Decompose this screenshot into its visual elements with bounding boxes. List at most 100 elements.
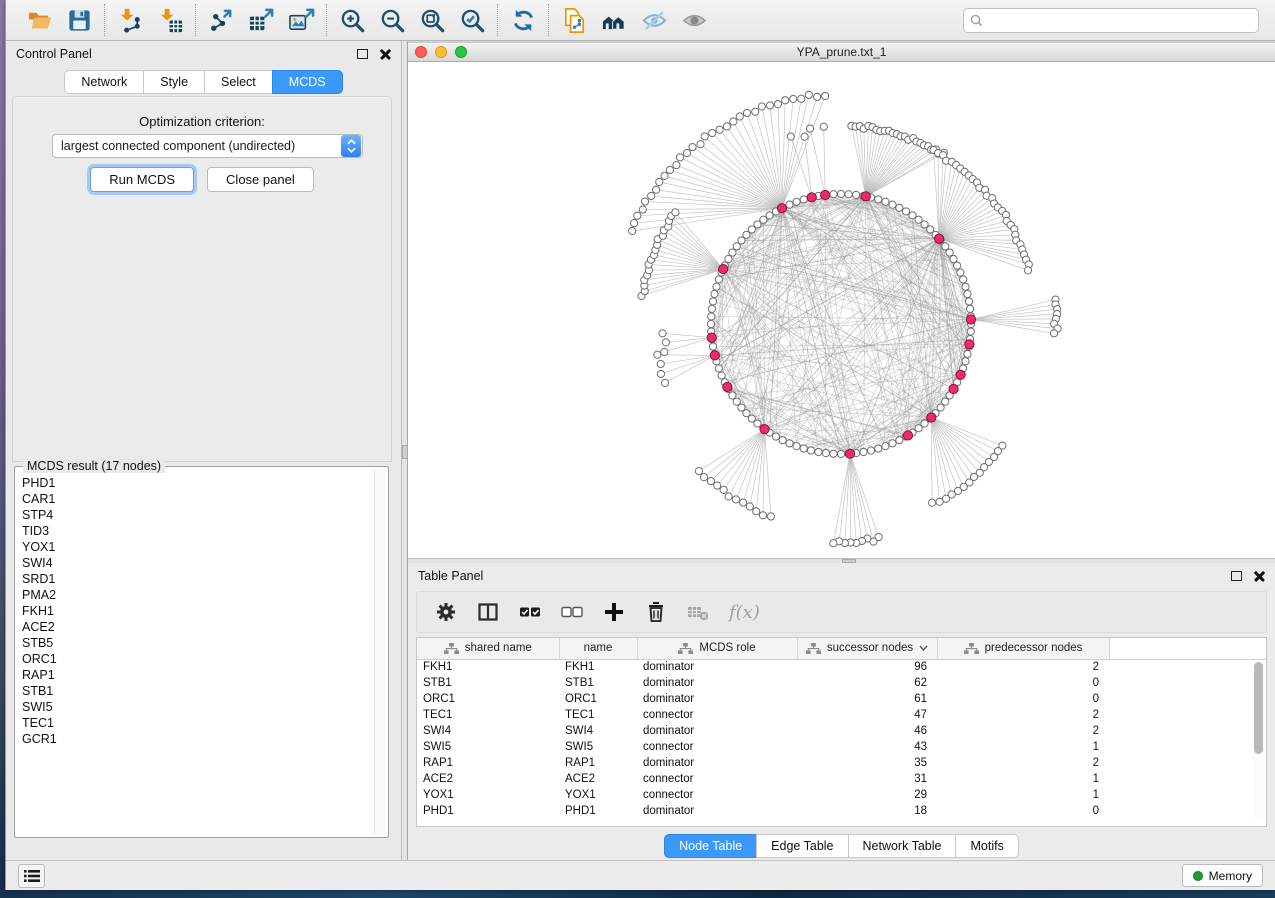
tab-style[interactable]: Style: [143, 70, 204, 94]
graph-leaf-node[interactable]: [820, 123, 827, 130]
graph-leaf-node[interactable]: [639, 206, 646, 213]
graph-leaf-node[interactable]: [790, 95, 797, 102]
graph-node[interactable]: [830, 191, 837, 198]
graph-node[interactable]: [718, 372, 725, 379]
show-all-icon[interactable]: [676, 3, 712, 37]
graph-leaf-node[interactable]: [695, 468, 702, 475]
cell-successor_nodes[interactable]: 47: [797, 707, 937, 723]
network-graph[interactable]: [408, 62, 1275, 558]
result-node-item[interactable]: TID3: [22, 523, 373, 539]
tab-network-table[interactable]: Network Table: [848, 834, 956, 858]
export-table-icon[interactable]: [243, 3, 279, 37]
cell-predecessor_nodes[interactable]: 0: [937, 803, 1109, 819]
cell-shared_name[interactable]: SWI5: [417, 739, 559, 755]
graph-leaf-node[interactable]: [697, 141, 704, 148]
close-panel-icon[interactable]: [1254, 571, 1265, 582]
table-row[interactable]: YOX1YOX1connector291: [417, 787, 1266, 803]
graph-leaf-node[interactable]: [659, 330, 666, 337]
graph-leaf-node[interactable]: [746, 503, 753, 510]
graph-node[interactable]: [786, 440, 793, 447]
graph-hub-node[interactable]: [723, 382, 732, 391]
splitter-grip[interactable]: [842, 559, 856, 563]
graph-node[interactable]: [946, 249, 953, 256]
cell-successor_nodes[interactable]: 46: [797, 723, 937, 739]
graph-leaf-node[interactable]: [805, 91, 812, 98]
zoom-fit-icon[interactable]: [414, 3, 450, 37]
graph-node[interactable]: [822, 450, 829, 457]
table-settings-icon[interactable]: [435, 601, 457, 623]
first-neighbors-icon[interactable]: [596, 3, 632, 37]
graph-leaf-node[interactable]: [714, 482, 721, 489]
cell-successor_nodes[interactable]: 43: [797, 739, 937, 755]
result-node-item[interactable]: FKH1: [22, 603, 373, 619]
search-field[interactable]: [963, 8, 1259, 33]
result-node-item[interactable]: STB1: [22, 683, 373, 699]
select-all-icon[interactable]: [519, 601, 541, 623]
column-header-shared-name[interactable]: shared name: [417, 638, 559, 659]
result-node-item[interactable]: SWI4: [22, 555, 373, 571]
graph-node[interactable]: [793, 198, 800, 205]
delete-column-icon[interactable]: [645, 601, 667, 623]
result-node-item[interactable]: SWI5: [22, 699, 373, 715]
graph-leaf-node[interactable]: [767, 513, 774, 520]
table-row[interactable]: RAP1RAP1dominator352: [417, 755, 1266, 771]
graph-leaf-node[interactable]: [689, 143, 696, 150]
cell-predecessor_nodes[interactable]: 1: [937, 787, 1109, 803]
graph-node[interactable]: [882, 198, 889, 205]
result-node-item[interactable]: PHD1: [22, 475, 373, 491]
graph-node[interactable]: [962, 283, 969, 290]
graph-leaf-node[interactable]: [648, 192, 655, 199]
graph-node[interactable]: [967, 328, 974, 335]
table-row[interactable]: TEC1TEC1connector472: [417, 707, 1266, 723]
open-file-icon[interactable]: [21, 3, 57, 37]
graph-node[interactable]: [708, 305, 715, 312]
graph-node[interactable]: [962, 358, 969, 365]
graph-leaf-node[interactable]: [676, 154, 683, 161]
graph-node[interactable]: [896, 204, 903, 211]
network-canvas[interactable]: [408, 62, 1275, 558]
table-scrollbar-thumb[interactable]: [1254, 662, 1263, 754]
graph-leaf-node[interactable]: [707, 477, 714, 484]
cell-successor_nodes[interactable]: 61: [797, 691, 937, 707]
cell-shared_name[interactable]: SWI4: [417, 723, 559, 739]
result-node-item[interactable]: CAR1: [22, 491, 373, 507]
graph-node[interactable]: [964, 350, 971, 357]
cell-name[interactable]: TEC1: [559, 707, 637, 723]
graph-leaf-node[interactable]: [743, 109, 750, 116]
graph-node[interactable]: [965, 298, 972, 305]
cell-mcds_role[interactable]: connector: [637, 771, 797, 787]
graph-hub-node[interactable]: [845, 449, 854, 458]
vertical-splitter[interactable]: [401, 41, 408, 860]
graph-hub-node[interactable]: [861, 192, 870, 201]
graph-leaf-node[interactable]: [821, 92, 828, 99]
cell-successor_nodes[interactable]: 35: [797, 755, 937, 771]
cell-name[interactable]: SWI5: [559, 739, 637, 755]
result-node-item[interactable]: PMA2: [22, 587, 373, 603]
graph-leaf-node[interactable]: [653, 186, 660, 193]
add-column-icon[interactable]: [603, 601, 625, 623]
zoom-in-icon[interactable]: [334, 3, 370, 37]
delete-table-icon[interactable]: [687, 601, 709, 623]
graph-leaf-node[interactable]: [814, 93, 821, 100]
graph-leaf-node[interactable]: [1024, 267, 1031, 274]
table-row[interactable]: PHD1PHD1dominator180: [417, 803, 1266, 819]
cell-predecessor_nodes[interactable]: 1: [937, 771, 1109, 787]
graph-node[interactable]: [800, 445, 807, 452]
result-node-item[interactable]: RAP1: [22, 667, 373, 683]
cell-successor_nodes[interactable]: 18: [797, 803, 937, 819]
graph-hub-node[interactable]: [777, 204, 786, 213]
graph-node[interactable]: [964, 290, 971, 297]
graph-node[interactable]: [950, 255, 957, 262]
graph-node[interactable]: [845, 191, 852, 198]
graph-leaf-node[interactable]: [666, 166, 673, 173]
graph-leaf-node[interactable]: [730, 118, 737, 125]
result-node-item[interactable]: ACE2: [22, 619, 373, 635]
table-row[interactable]: ACE2ACE2connector311: [417, 771, 1266, 787]
graph-leaf-node[interactable]: [736, 113, 743, 120]
graph-leaf-node[interactable]: [641, 198, 648, 205]
graph-leaf-node[interactable]: [798, 95, 805, 102]
graph-hub-node[interactable]: [935, 234, 944, 243]
graph-leaf-node[interactable]: [806, 125, 813, 132]
graph-leaf-node[interactable]: [801, 133, 808, 140]
zoom-selected-icon[interactable]: [454, 3, 490, 37]
